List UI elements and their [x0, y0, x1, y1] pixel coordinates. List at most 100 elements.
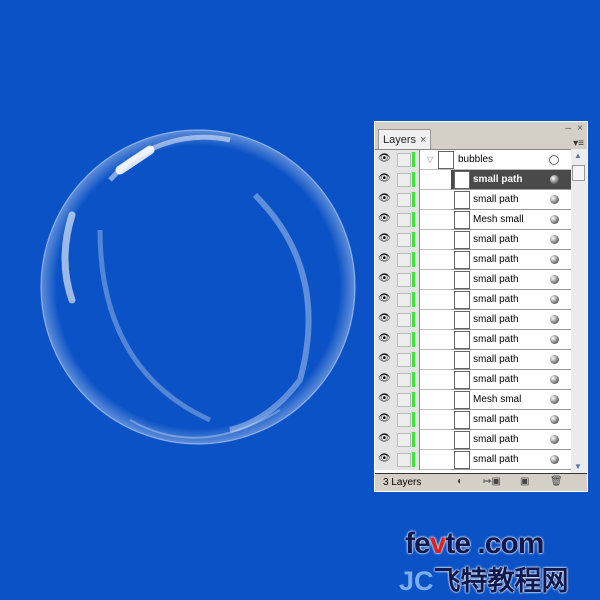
eye-icon[interactable]: 👁 [378, 193, 391, 205]
close-icon[interactable]: × [577, 123, 583, 134]
panel-menu-icon[interactable]: ▾≡ [573, 138, 584, 149]
layer-item[interactable]: small path [451, 230, 571, 250]
scroll-up-icon[interactable]: ▲ [574, 151, 582, 160]
layer-item[interactable]: small path [451, 190, 571, 210]
lock-toggle[interactable] [397, 353, 411, 367]
tab-close-icon[interactable]: × [420, 134, 426, 146]
layer-item[interactable]: small path [451, 410, 571, 430]
eye-icon[interactable]: 👁 [378, 433, 391, 445]
eye-icon[interactable]: 👁 [378, 253, 391, 265]
layer-name[interactable]: small path [473, 334, 519, 345]
layer-row[interactable]: 👁 small path [375, 170, 571, 190]
lock-toggle[interactable] [397, 453, 411, 467]
target-icon[interactable] [550, 175, 559, 184]
lock-toggle[interactable] [397, 273, 411, 287]
layer-name[interactable]: small path [473, 274, 519, 285]
target-icon[interactable] [550, 295, 559, 304]
target-icon[interactable] [550, 355, 559, 364]
layer-item[interactable]: Mesh small [451, 210, 571, 230]
scrollbar[interactable]: ▲ ▼ [571, 149, 587, 473]
layer-row[interactable]: 👁 small path [375, 290, 571, 310]
layer-group-row[interactable]: 👁 ▽ bubbles [375, 150, 571, 170]
layer-name[interactable]: small path [473, 174, 522, 185]
target-icon[interactable] [550, 415, 559, 424]
target-icon[interactable] [550, 235, 559, 244]
lock-toggle[interactable] [397, 173, 411, 187]
layer-row[interactable]: 👁 small path [375, 410, 571, 430]
minimize-icon[interactable]: – [565, 123, 571, 134]
scroll-thumb[interactable] [572, 165, 585, 181]
eye-icon[interactable]: 👁 [378, 213, 391, 225]
lock-toggle[interactable] [397, 233, 411, 247]
layer-name[interactable]: small path [473, 374, 519, 385]
layer-item[interactable]: small path [451, 250, 571, 270]
lock-toggle[interactable] [397, 413, 411, 427]
layer-name[interactable]: Mesh smal [473, 394, 521, 405]
lock-toggle[interactable] [397, 153, 411, 167]
eye-icon[interactable]: 👁 [378, 453, 391, 465]
eye-icon[interactable]: 👁 [378, 173, 391, 185]
layer-name[interactable]: small path [473, 254, 519, 265]
target-icon[interactable] [549, 155, 559, 165]
layer-row[interactable]: 👁 small path [375, 250, 571, 270]
layer-row[interactable]: 👁 small path [375, 270, 571, 290]
layer-name[interactable]: small path [473, 194, 519, 205]
layer-name[interactable]: small path [473, 454, 519, 465]
eye-icon[interactable]: 👁 [378, 353, 391, 365]
eye-icon[interactable]: 👁 [378, 413, 391, 425]
eye-icon[interactable]: 👁 [378, 393, 391, 405]
eye-icon[interactable]: 👁 [378, 333, 391, 345]
target-icon[interactable] [550, 435, 559, 444]
target-icon[interactable] [550, 375, 559, 384]
lock-toggle[interactable] [397, 193, 411, 207]
target-icon[interactable] [550, 315, 559, 324]
target-icon[interactable] [550, 275, 559, 284]
layer-row[interactable]: 👁 small path [375, 430, 571, 450]
target-icon[interactable] [550, 455, 559, 464]
scroll-down-icon[interactable]: ▼ [574, 462, 582, 471]
make-clipping-mask-icon[interactable]: ◐ [457, 476, 463, 487]
eye-icon[interactable]: 👁 [378, 273, 391, 285]
target-icon[interactable] [550, 255, 559, 264]
target-icon[interactable] [550, 195, 559, 204]
layer-row[interactable]: 👁 small path [375, 350, 571, 370]
new-layer-icon[interactable]: ▣ [520, 476, 529, 487]
layer-item[interactable]: small path [451, 270, 571, 290]
layer-name[interactable]: small path [473, 434, 519, 445]
layer-row[interactable]: 👁 small path [375, 330, 571, 350]
eye-icon[interactable]: 👁 [378, 373, 391, 385]
lock-toggle[interactable] [397, 373, 411, 387]
eye-icon[interactable]: 👁 [378, 293, 391, 305]
layer-row[interactable]: 👁 Mesh small [375, 210, 571, 230]
lock-toggle[interactable] [397, 433, 411, 447]
lock-toggle[interactable] [397, 393, 411, 407]
target-icon[interactable] [550, 335, 559, 344]
lock-toggle[interactable] [397, 213, 411, 227]
layer-row[interactable]: 👁 small path [375, 370, 571, 390]
layer-name[interactable]: Mesh small [473, 214, 524, 225]
layer-item[interactable]: small path [451, 330, 571, 350]
layer-item[interactable]: Mesh smal [451, 390, 571, 410]
layer-name[interactable]: small path [473, 314, 519, 325]
layer-item[interactable]: small path [451, 430, 571, 450]
layer-name[interactable]: small path [473, 234, 519, 245]
new-sublayer-icon[interactable]: ↦▣ [483, 476, 501, 487]
layer-row[interactable]: 👁 Mesh smal [375, 390, 571, 410]
layer-row[interactable]: 👁 small path [375, 310, 571, 330]
layer-name[interactable]: small path [473, 414, 519, 425]
lock-toggle[interactable] [397, 333, 411, 347]
layer-item[interactable]: small path [451, 290, 571, 310]
expand-triangle-icon[interactable]: ▽ [427, 155, 433, 164]
layer-name[interactable]: bubbles [458, 154, 493, 165]
layer-item[interactable]: small path [451, 170, 571, 190]
layer-row[interactable]: 👁 small path [375, 230, 571, 250]
layer-row[interactable]: 👁 small path [375, 190, 571, 210]
target-icon[interactable] [550, 395, 559, 404]
layer-name[interactable]: small path [473, 294, 519, 305]
delete-icon[interactable]: 🗑 [550, 476, 563, 487]
target-icon[interactable] [550, 215, 559, 224]
lock-toggle[interactable] [397, 293, 411, 307]
layer-name[interactable]: small path [473, 354, 519, 365]
lock-toggle[interactable] [397, 313, 411, 327]
layer-item[interactable]: small path [451, 450, 571, 470]
